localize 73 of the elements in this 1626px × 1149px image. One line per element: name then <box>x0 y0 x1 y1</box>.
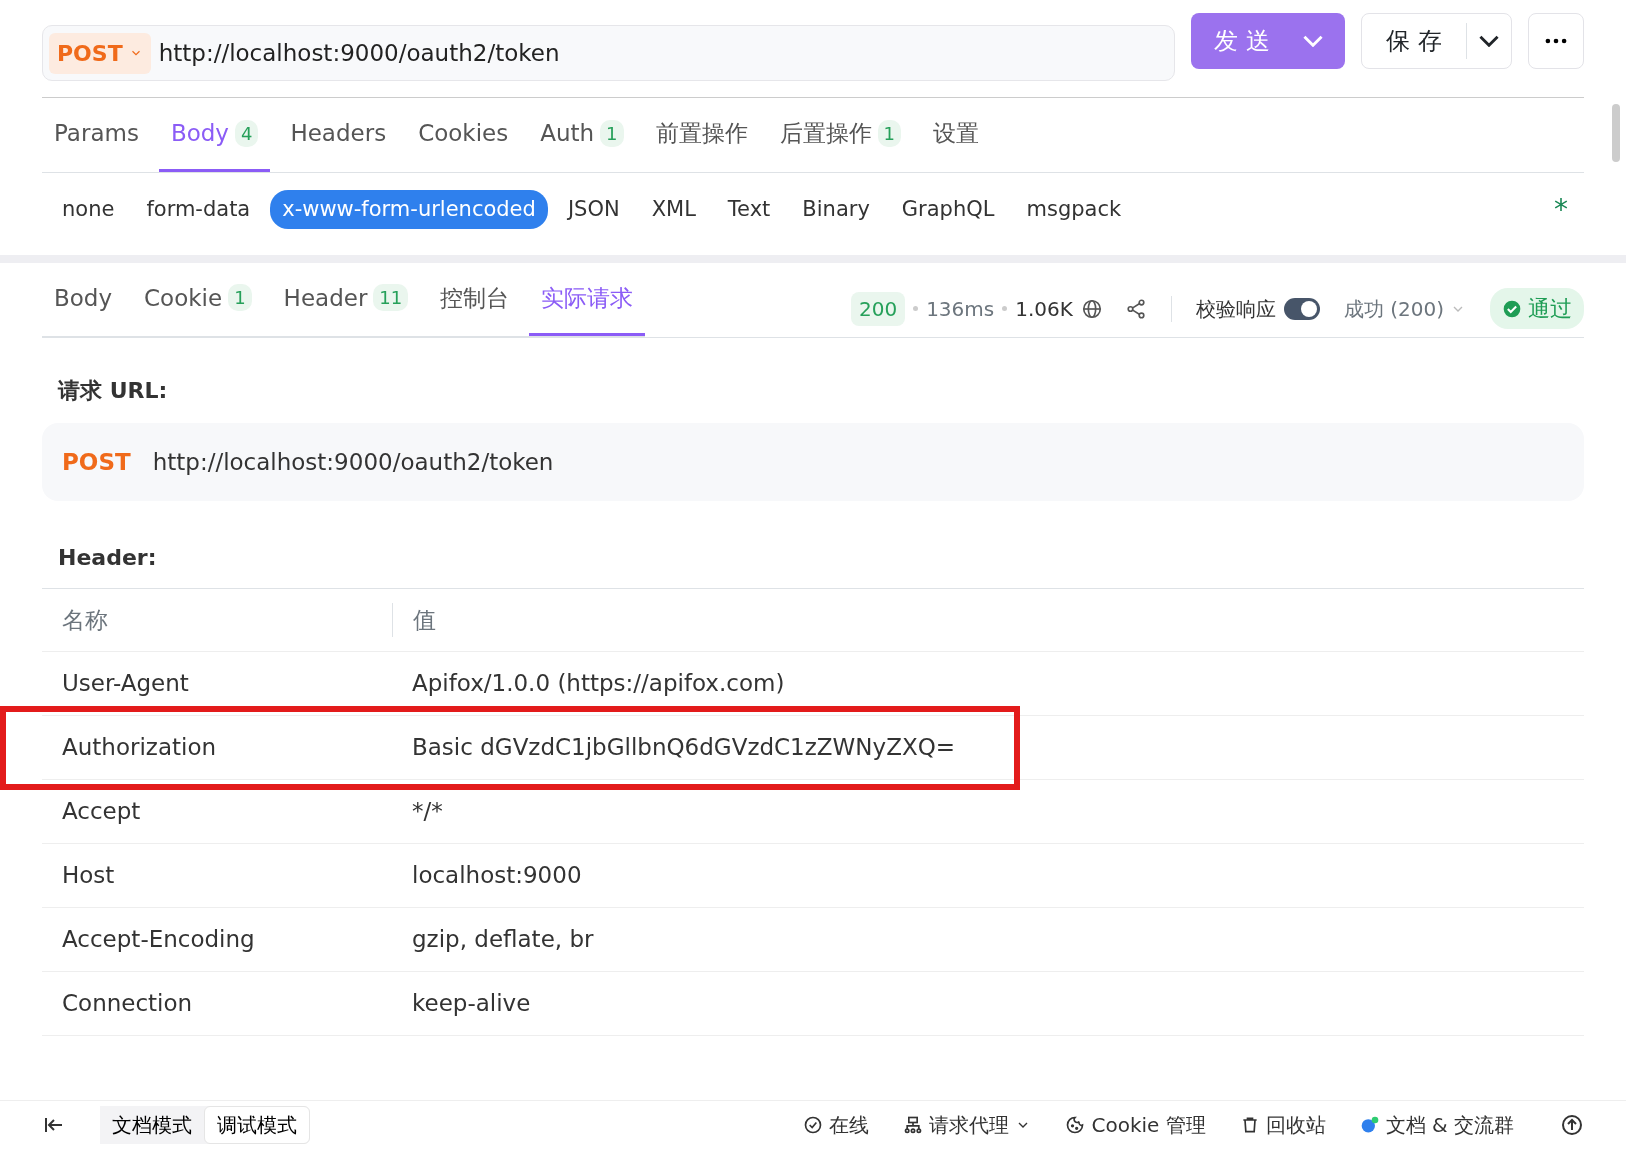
section-heading: 请求 URL: <box>56 377 169 405</box>
body-type-option[interactable]: XML <box>639 189 708 230</box>
table-cell: */* <box>412 798 443 825</box>
share-icon <box>1124 297 1147 320</box>
tab[interactable]: 实际请求 <box>529 270 646 336</box>
url-field[interactable]: http://localhost:9000/oauth2/token <box>158 35 560 71</box>
more-button[interactable] <box>1528 12 1584 69</box>
tab[interactable]: Headers <box>278 106 399 172</box>
body-type-option[interactable]: msgpack <box>1014 189 1134 230</box>
body-type-option[interactable]: none <box>50 189 127 230</box>
tab[interactable]: 前置操作 <box>643 106 760 172</box>
tab[interactable]: 控制台 <box>428 270 522 336</box>
table-cell: Authorization <box>62 734 217 761</box>
count-badge: 1 <box>877 119 901 147</box>
tab[interactable]: Body <box>42 270 125 336</box>
response-time: 136ms <box>926 295 995 323</box>
globe-icon <box>1080 297 1103 320</box>
table-cell: Host <box>62 862 115 889</box>
tab[interactable]: Cookie 1 <box>132 270 264 336</box>
column-header: 名称 <box>62 606 108 633</box>
tab[interactable]: Header 11 <box>271 270 421 336</box>
required-marker: * <box>1554 191 1568 228</box>
tab[interactable]: Body 4 <box>158 106 271 172</box>
request-url: http://localhost:9000/oauth2/token <box>152 447 554 477</box>
body-type-option[interactable]: GraphQL <box>889 189 1007 230</box>
caret-icon <box>1302 34 1323 47</box>
status-bar-item[interactable]: 在线 <box>803 1110 870 1140</box>
status-bar-item[interactable]: 回收站 <box>1239 1110 1326 1140</box>
table-cell: Basic dGVzdC1jbGllbnQ6dGVzdC1zZWNyZXQ= <box>412 734 956 761</box>
pass-badge: 通过 <box>1490 288 1584 329</box>
body-type-option[interactable]: Binary <box>790 189 882 230</box>
chat-bubble-icon <box>1359 1115 1380 1135</box>
body-type-option[interactable]: x-www-form-urlencoded <box>270 189 548 230</box>
column-header: 值 <box>413 606 436 633</box>
count-badge: 4 <box>234 119 259 147</box>
tab[interactable]: Cookies <box>406 106 521 172</box>
count-badge: 11 <box>373 284 409 312</box>
validate-toggle[interactable] <box>1283 297 1320 320</box>
caret-icon <box>1479 35 1499 47</box>
response-size: 1.06K <box>1015 295 1073 323</box>
check-circle-icon <box>1502 298 1522 319</box>
table-cell: keep-alive <box>412 990 531 1017</box>
check-circle-icon <box>803 1115 824 1135</box>
validate-label: 校验响应 <box>1195 295 1276 323</box>
body-type-option[interactable]: JSON <box>555 189 632 230</box>
tab[interactable]: 后置操作 1 <box>767 106 913 172</box>
tab[interactable]: Params <box>42 106 151 172</box>
body-type-option[interactable]: form-data <box>134 189 263 230</box>
table-cell: gzip, deflate, br <box>412 926 594 953</box>
table-cell: User-Agent <box>62 670 189 697</box>
table-cell: Connection <box>62 990 193 1017</box>
status-bar-item[interactable]: 文档 & 交流群 <box>1359 1110 1514 1140</box>
table-cell: Apifox/1.0.0 (https://apifox.com) <box>412 670 785 697</box>
status-bar-item[interactable]: Cookie 管理 <box>1065 1110 1206 1140</box>
count-badge: 1 <box>228 284 252 312</box>
scrollbar[interactable] <box>1612 104 1620 162</box>
table-cell: Accept <box>62 798 141 825</box>
table-cell: localhost:9000 <box>412 862 582 889</box>
method-label: POST <box>62 447 131 477</box>
table-cell: Accept-Encoding <box>62 926 255 953</box>
status-code: 200 <box>850 291 906 326</box>
section-heading: Header: <box>57 544 158 572</box>
tab[interactable]: 设置 <box>921 106 991 172</box>
expected-status-dropdown[interactable]: 成功 (200) <box>1343 293 1466 324</box>
mode-tab[interactable]: 调试模式 <box>204 1106 310 1144</box>
count-badge: 1 <box>600 119 624 147</box>
more-icon <box>1545 37 1567 44</box>
upload-icon <box>1560 1113 1584 1137</box>
cookie-icon <box>1065 1115 1086 1135</box>
status-bar-item[interactable]: 请求代理 <box>903 1110 1032 1140</box>
tab[interactable]: Auth 1 <box>528 106 636 172</box>
network-icon <box>903 1115 924 1135</box>
body-type-option[interactable]: Text <box>715 189 783 230</box>
